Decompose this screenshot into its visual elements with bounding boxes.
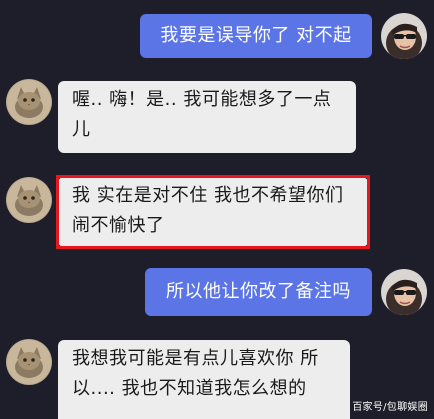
user-avatar[interactable] bbox=[381, 269, 427, 315]
cat-icon bbox=[6, 79, 52, 125]
message-bubble-incoming[interactable]: 我想我可能是有点儿喜欢你 所 以.... 我也不知道我怎么想的 bbox=[58, 340, 350, 419]
cat-icon bbox=[6, 177, 52, 223]
message-text-line: 喔.. 嗨！是.. 我可能想多了一点 bbox=[72, 89, 332, 110]
message-text: 所以他让你改了备注吗 bbox=[166, 281, 351, 302]
message-text: 我要是误导你了 对不起 bbox=[160, 25, 352, 46]
sunglasses-person-icon bbox=[381, 269, 427, 315]
user-avatar[interactable] bbox=[381, 13, 427, 59]
message-bubble-outgoing[interactable]: 我要是误导你了 对不起 bbox=[140, 14, 372, 58]
message-text-line: 我想我可能是有点儿喜欢你 所 bbox=[72, 348, 319, 369]
sunglasses-person-icon bbox=[381, 13, 427, 59]
message-bubble-incoming[interactable]: 喔.. 嗨！是.. 我可能想多了一点 儿 bbox=[58, 81, 356, 153]
chat-window: 我要是误导你了 对不起 喔.. 嗨！是.. 我可能想多了一点 儿 我 实在是对不… bbox=[0, 0, 434, 419]
message-text-line: 以.... 我也不知道我怎么想的 bbox=[72, 378, 307, 399]
contact-avatar[interactable] bbox=[6, 177, 52, 223]
contact-avatar[interactable] bbox=[6, 79, 52, 125]
highlight-box bbox=[56, 175, 370, 249]
contact-avatar[interactable] bbox=[6, 339, 52, 385]
message-bubble-outgoing[interactable]: 所以他让你改了备注吗 bbox=[145, 268, 372, 316]
message-text-line: 儿 bbox=[72, 119, 91, 140]
watermark: 百家号/包聊娱圈 bbox=[352, 402, 428, 413]
cat-icon bbox=[6, 339, 52, 385]
